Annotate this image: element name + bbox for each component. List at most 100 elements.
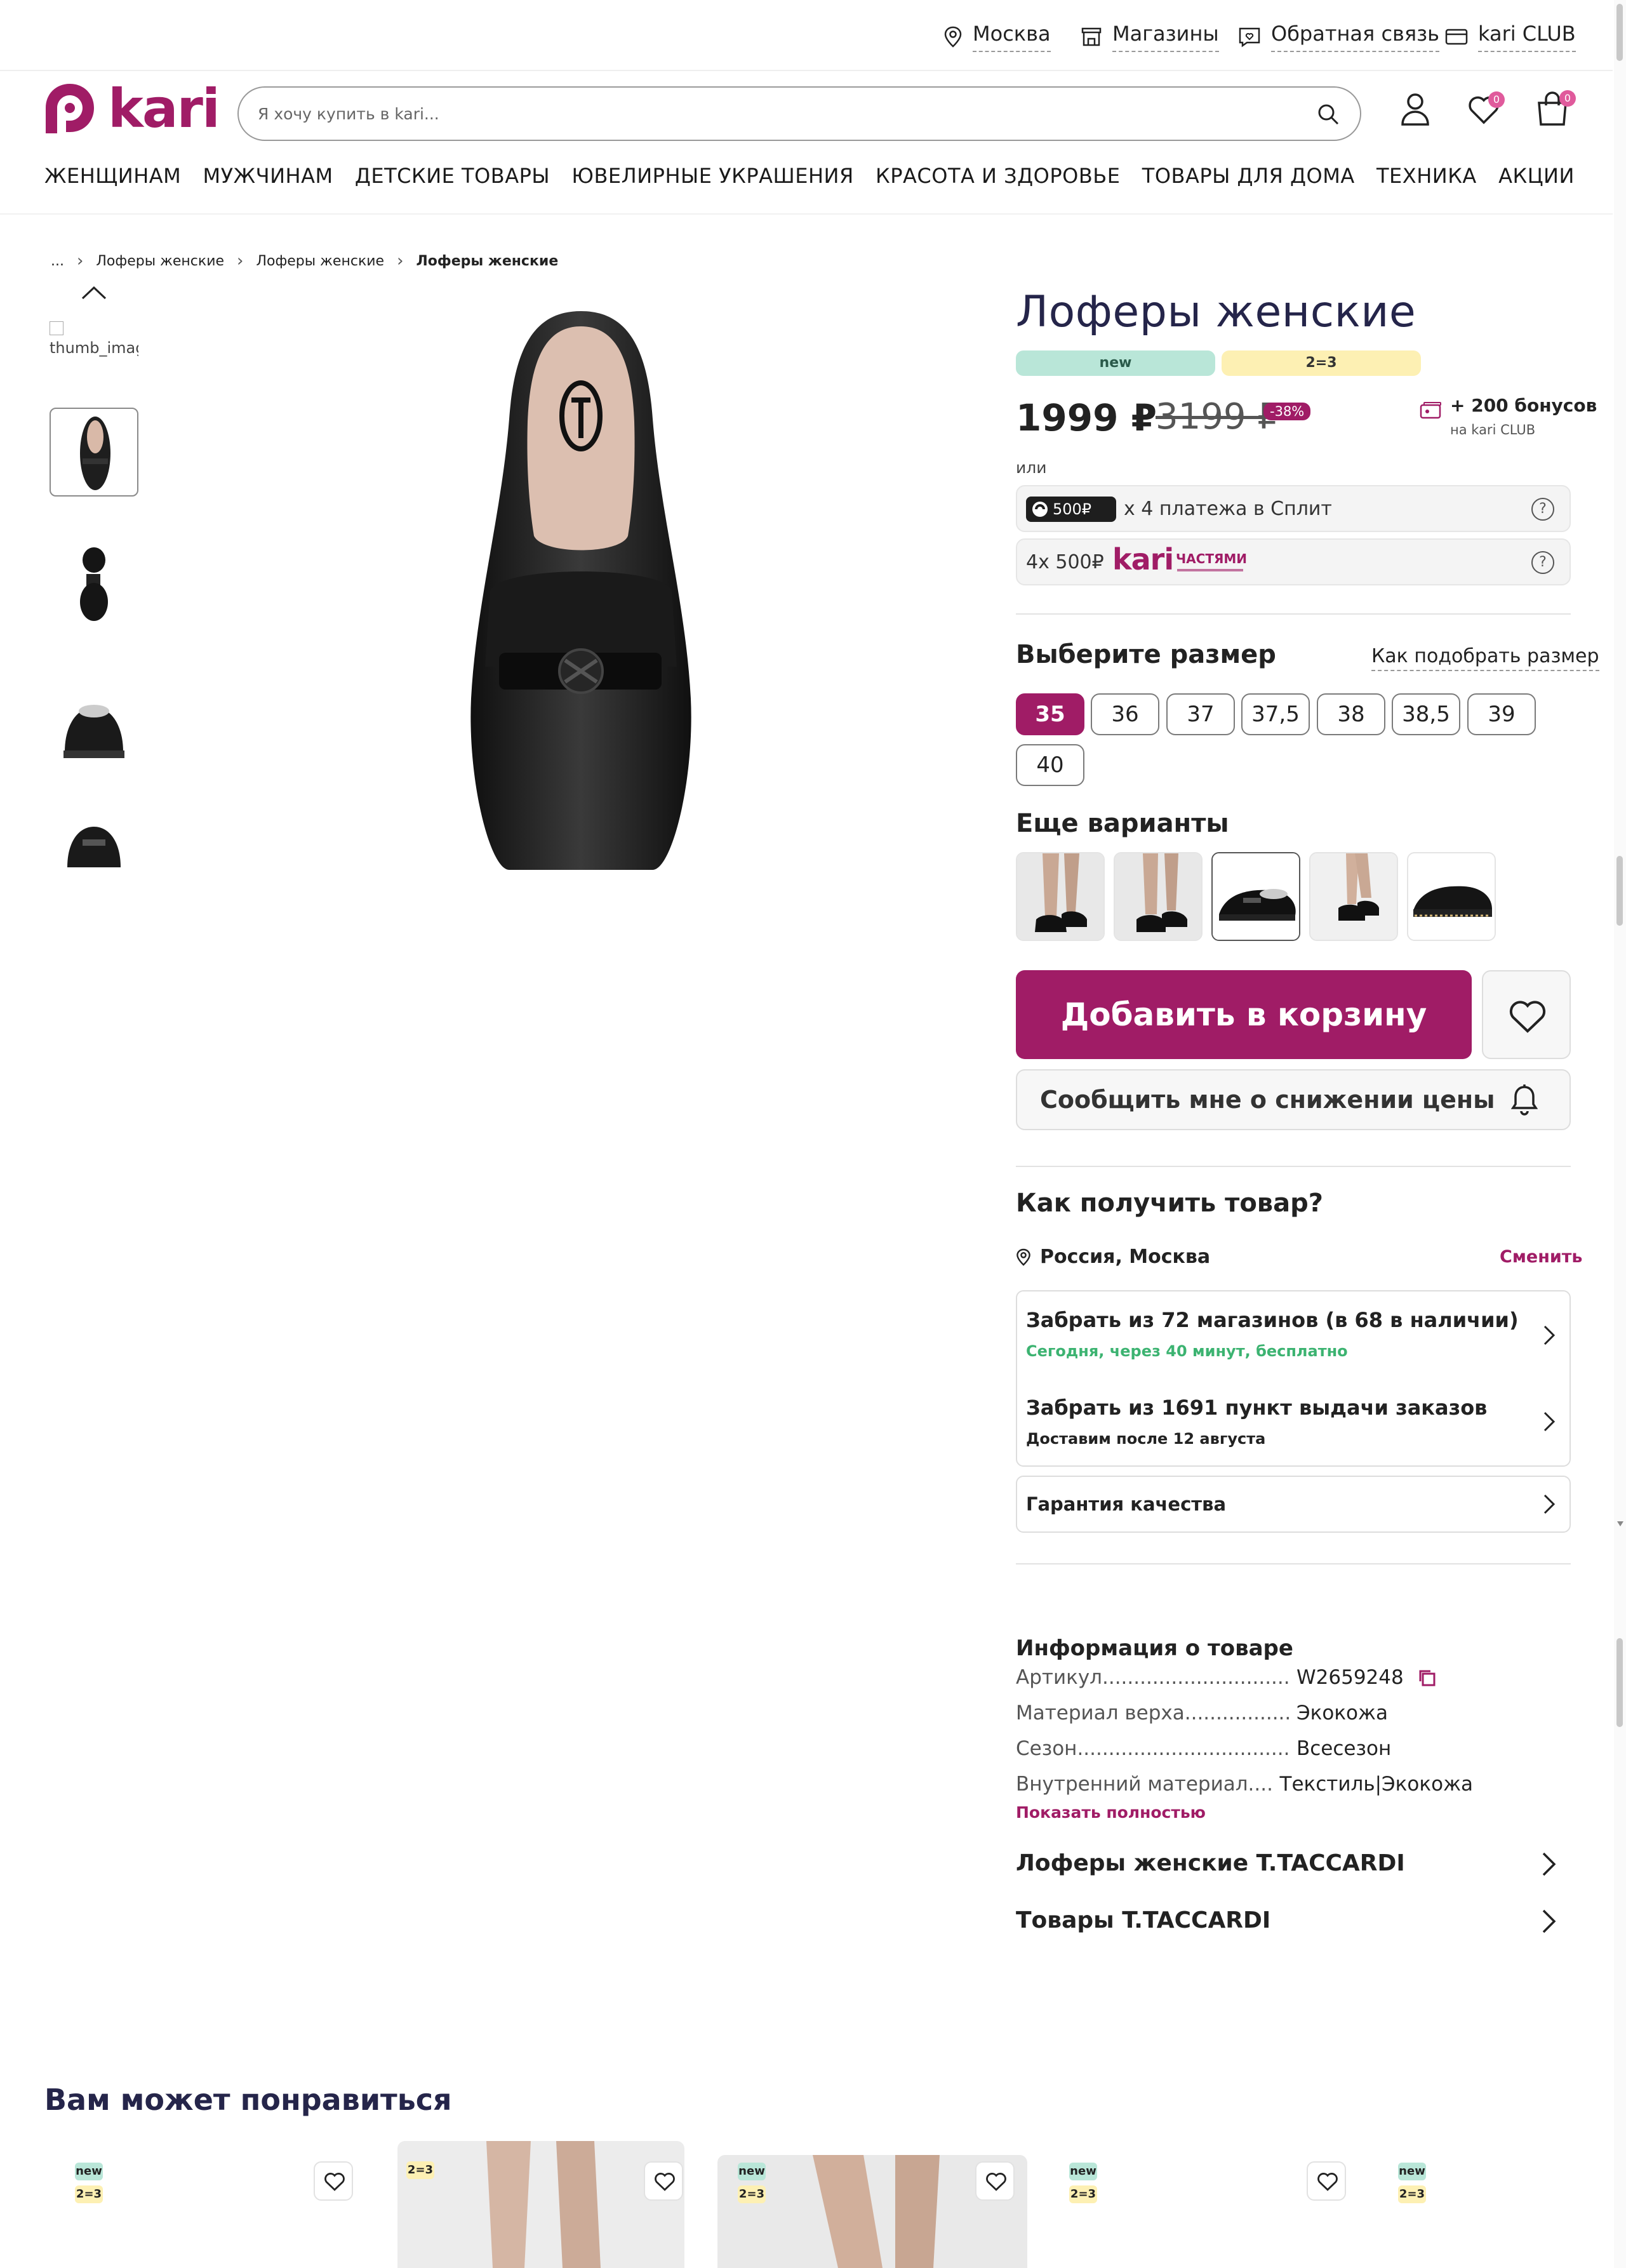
thumbnail-sole[interactable] [50, 538, 138, 627]
variant-image [1017, 853, 1103, 940]
bonus-card-icon [1420, 402, 1441, 419]
loafer-top-view-image [470, 311, 691, 870]
thumbnail-top-view[interactable] [50, 408, 138, 497]
card-favorite-button[interactable] [1307, 2161, 1346, 2201]
variant-thumbnail[interactable] [1016, 852, 1105, 941]
thumbnail-front[interactable] [50, 676, 138, 764]
nav-beauty[interactable]: КРАСОТА И ЗДОРОВЬЕ [876, 164, 1120, 188]
size-option[interactable]: 35 [1016, 693, 1084, 735]
copy-icon[interactable] [1418, 1669, 1437, 1688]
scrollbar-thumb[interactable] [1616, 1638, 1623, 1727]
scrollbar-thumb[interactable] [1616, 856, 1623, 926]
variant-image [1408, 853, 1495, 940]
size-option[interactable]: 38,5 [1392, 693, 1460, 735]
thumbnail-broken[interactable]: thumb_image [50, 321, 138, 366]
kari-parts-option[interactable]: 4x 500₽ kari ЧАСТЯМИ ? [1016, 538, 1571, 585]
add-to-cart-button[interactable]: Добавить в корзину [1016, 970, 1472, 1059]
change-location-link[interactable]: Сменить [1500, 1247, 1583, 1267]
page-scrollbar[interactable] [1614, 0, 1626, 2268]
stores-link[interactable]: Магазины [1081, 22, 1219, 52]
variant-thumbnail-selected[interactable] [1211, 852, 1300, 941]
heart-icon [1317, 2173, 1338, 2191]
breadcrumb-item[interactable]: Лоферы женские [96, 253, 224, 269]
brand-category-link[interactable]: Лоферы женские T.TACCARDI [1016, 1850, 1571, 1876]
product-card[interactable] [1384, 2141, 1600, 2268]
tag-promo-2for3: 2=3 [75, 2185, 103, 2203]
pickup-stores-option[interactable]: Забрать из 72 магазинов (в 68 в наличии)… [1017, 1291, 1569, 1378]
section-divider [1016, 1166, 1571, 1167]
price-drop-notify-button[interactable]: Сообщить мне о снижении цены [1016, 1069, 1571, 1130]
brand-goods-link[interactable]: Товары T.TACCARDI [1016, 1907, 1571, 1933]
kari-logo[interactable]: kari [44, 77, 220, 140]
bonus-subtitle: на kari CLUB [1450, 422, 1536, 437]
chat-heart-icon [1239, 27, 1260, 48]
club-label: kari CLUB [1478, 22, 1576, 52]
help-icon[interactable]: ? [1531, 498, 1554, 521]
search-icon[interactable] [1316, 102, 1341, 127]
feedback-link[interactable]: Обратная связь [1238, 22, 1440, 52]
thumbnail-side[interactable] [50, 806, 138, 867]
heart-icon [986, 2173, 1006, 2191]
scroll-down-arrow-icon[interactable] [1617, 1521, 1623, 1526]
info-key: Внутренний материал.....................… [1016, 1773, 1275, 1796]
card-favorite-button[interactable] [644, 2161, 683, 2201]
nav-sales[interactable]: АКЦИИ [1498, 164, 1575, 188]
chevron-right-icon [1543, 1325, 1556, 1345]
cart-badge: 0 [1559, 90, 1576, 107]
search-bar[interactable] [237, 86, 1361, 141]
nav-home[interactable]: ТОВАРЫ ДЛЯ ДОМА [1142, 164, 1355, 188]
variant-image [1310, 853, 1397, 940]
info-row-lining: Внутренний материал.....................… [1016, 1773, 1473, 1796]
nav-men[interactable]: МУЖЧИНАМ [203, 164, 333, 188]
guarantee-label: Гарантия качества [1026, 1493, 1227, 1515]
nav-kids[interactable]: ДЕТСКИЕ ТОВАРЫ [355, 164, 550, 188]
nav-tech[interactable]: ТЕХНИКА [1376, 164, 1477, 188]
card-favorite-button[interactable] [975, 2161, 1015, 2201]
section-divider [1016, 1563, 1571, 1564]
breadcrumb-ellipsis[interactable]: ... [51, 253, 64, 269]
pickup-points-option[interactable]: Забрать из 1691 пункт выдачи заказов Дос… [1017, 1378, 1569, 1465]
size-option[interactable]: 36 [1091, 693, 1159, 735]
heart-icon [1509, 1001, 1546, 1033]
product-card[interactable] [1054, 2141, 1346, 2268]
tag-new: new [1069, 2163, 1097, 2180]
size-option[interactable]: 38 [1317, 693, 1385, 735]
variant-thumbnail[interactable] [1114, 852, 1203, 941]
card-favorite-button[interactable] [314, 2161, 353, 2201]
help-icon[interactable]: ? [1531, 551, 1554, 574]
size-option[interactable]: 37,5 [1241, 693, 1310, 735]
stores-label: Магазины [1112, 22, 1219, 52]
split-amount: 500₽ [1053, 500, 1092, 518]
broken-image-icon [50, 321, 63, 335]
main-product-image[interactable] [463, 305, 698, 870]
nav-women[interactable]: ЖЕНЩИНАМ [44, 164, 181, 188]
variant-thumbnail[interactable] [1309, 852, 1398, 941]
pickup-points-sub: Доставим после 12 августа [1026, 1430, 1266, 1448]
size-option[interactable]: 37 [1166, 693, 1235, 735]
size-option[interactable]: 39 [1467, 693, 1536, 735]
add-to-favorites-button[interactable] [1482, 970, 1571, 1059]
club-link[interactable]: kari CLUB [1445, 22, 1576, 52]
quality-guarantee-option[interactable]: Гарантия качества [1016, 1476, 1571, 1533]
card-icon [1445, 29, 1468, 45]
city-selector[interactable]: Москва [943, 22, 1051, 52]
bonus-info: + 200 бонусов на kari CLUB [1420, 395, 1597, 437]
info-value: Экокожа [1296, 1702, 1388, 1724]
top-bar: Москва Магазины Обратная связь kari CLUB [0, 0, 1613, 71]
product-card[interactable] [44, 2141, 337, 2268]
chevron-up-icon[interactable] [80, 284, 108, 301]
product-card[interactable] [397, 2141, 684, 2268]
show-all-link[interactable]: Показать полностью [1016, 1803, 1206, 1822]
breadcrumb-chevron-icon: › [76, 251, 84, 270]
user-icon[interactable] [1401, 93, 1430, 126]
size-guide-link[interactable]: Как подобрать размер [1371, 645, 1599, 671]
scrollbar-thumb[interactable] [1616, 4, 1623, 61]
variant-thumbnail[interactable] [1407, 852, 1496, 941]
notify-label: Сообщить мне о снижении цены [1040, 1086, 1495, 1114]
split-payment-option[interactable]: 500₽ х 4 платежа в Сплит ? [1016, 485, 1571, 532]
size-option[interactable]: 40 [1016, 744, 1084, 786]
info-row-season: Сезон...................................… [1016, 1737, 1473, 1760]
breadcrumb-item[interactable]: Лоферы женские [256, 253, 384, 269]
nav-jewelry[interactable]: ЮВЕЛИРНЫЕ УКРАШЕНИЯ [571, 164, 853, 188]
search-input[interactable] [258, 88, 1299, 140]
